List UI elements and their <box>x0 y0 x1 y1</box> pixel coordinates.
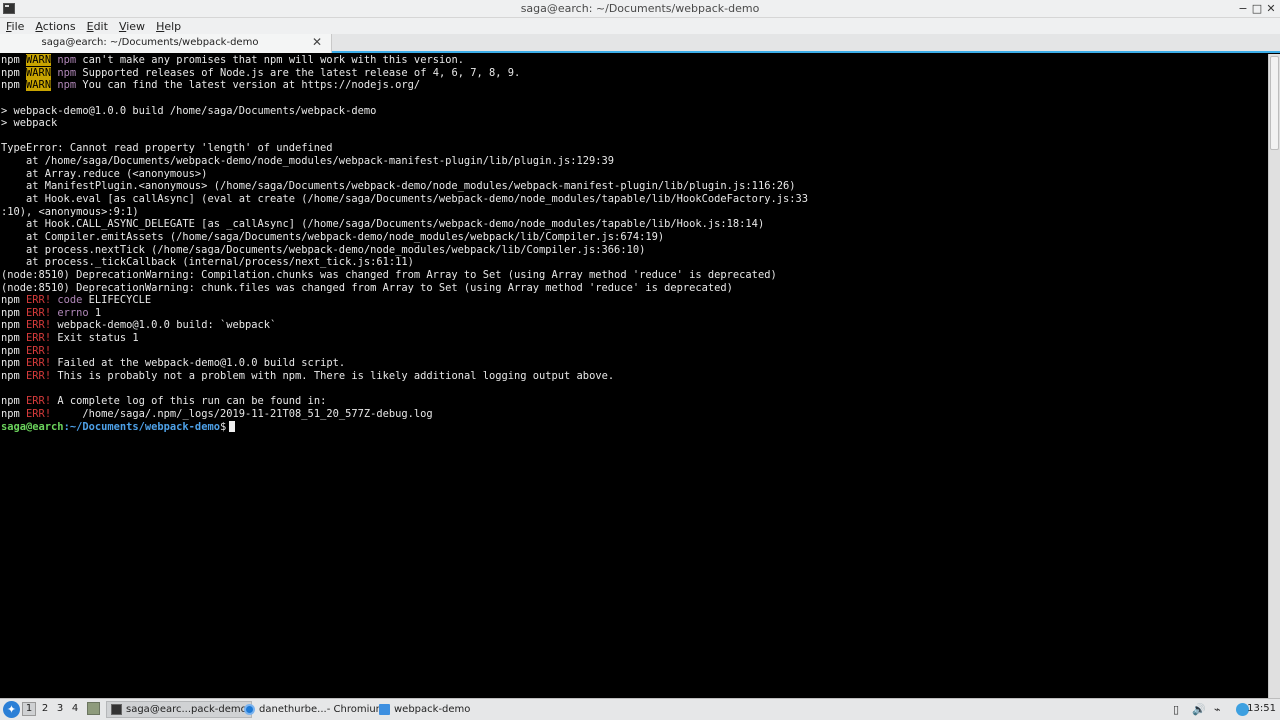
terminal-line: npm ERR! errno 1 <box>1 306 102 319</box>
terminal-line: at Compiler.emitAssets (/home/saga/Docum… <box>1 230 665 243</box>
prompt-path: :~/Documents/webpack-demo <box>63 420 220 433</box>
taskbar-item-label: saga@earc...pack-demo <box>126 704 247 715</box>
tab-terminal[interactable]: saga@earch: ~/Documents/webpack-demo ✕ <box>0 34 332 53</box>
prompt-symbol: $ <box>219 420 227 433</box>
menu-file[interactable]: File <box>6 20 24 33</box>
volume-icon[interactable]: 🔊 <box>1192 703 1206 716</box>
taskbar: ✦ 1 2 3 4 saga@earc...pack-demo danethur… <box>0 698 1280 720</box>
close-icon[interactable]: ✕ <box>1264 1 1278 16</box>
terminal-line: at ManifestPlugin.<anonymous> (/home/sag… <box>1 180 796 193</box>
maximize-icon[interactable]: □ <box>1250 1 1264 16</box>
taskbar-item-label: danethurbe...- Chromium <box>259 704 386 715</box>
desktop-4-button[interactable]: 4 <box>68 703 82 714</box>
terminal-line: (node:8510) DeprecationWarning: Compilat… <box>1 268 777 281</box>
terminal-scrollbar[interactable] <box>1268 54 1280 698</box>
terminal-line: at Hook.eval [as callAsync] (eval at cre… <box>1 193 808 206</box>
terminal-line: npm ERR! A complete log of this run can … <box>1 395 327 408</box>
desktop-1-button[interactable]: 1 <box>22 702 36 716</box>
window-titlebar[interactable]: saga@earch: ~/Documents/webpack-demo − □… <box>0 0 1280 18</box>
text-cursor <box>229 421 236 433</box>
menubar: File Actions Edit View Help <box>0 18 1280 34</box>
terminal-line: at /home/saga/Documents/webpack-demo/nod… <box>1 155 615 168</box>
tab-label: saga@earch: ~/Documents/webpack-demo <box>41 37 259 48</box>
tab-close-icon[interactable]: ✕ <box>312 35 322 49</box>
scrollbar-thumb[interactable] <box>1270 56 1279 150</box>
menu-help[interactable]: Help <box>156 20 181 33</box>
terminal-line: npm WARN npm You can find the latest ver… <box>1 79 421 92</box>
menu-actions[interactable]: Actions <box>35 20 75 33</box>
menu-view[interactable]: View <box>119 20 145 33</box>
terminal-line: npm ERR! code ELIFECYCLE <box>1 294 152 307</box>
tab-bar: saga@earch: ~/Documents/webpack-demo ✕ <box>0 34 1280 53</box>
terminal-prompt[interactable]: saga@earch:~/Documents/webpack-demo$ <box>0 421 1268 434</box>
terminal-line: npm WARN npm can't make any promises tha… <box>1 54 464 66</box>
taskbar-item-label: webpack-demo <box>394 704 471 715</box>
terminal-line: > webpack-demo@1.0.0 build /home/saga/Do… <box>1 104 377 117</box>
battery-icon[interactable]: ▯ <box>1173 703 1179 716</box>
terminal-line: npm ERR! <box>1 344 52 357</box>
clock[interactable]: 13:51 <box>1247 703 1276 714</box>
folder-icon <box>379 704 390 715</box>
prompt-user: saga@earch <box>1 420 64 433</box>
chromium-icon <box>244 704 255 715</box>
terminal-line: at process.nextTick (/home/saga/Document… <box>1 243 646 256</box>
start-menu-icon[interactable]: ✦ <box>3 701 20 718</box>
terminal-icon <box>111 704 122 715</box>
terminal-line: npm WARN npm Supported releases of Node.… <box>1 66 521 79</box>
taskbar-item-terminal[interactable]: saga@earc...pack-demo <box>106 701 252 718</box>
window-title: saga@earch: ~/Documents/webpack-demo <box>520 2 760 15</box>
terminal-line: npm ERR! webpack-demo@1.0.0 build: `webp… <box>1 319 277 332</box>
terminal-output[interactable]: npm WARN npm can't make any promises tha… <box>0 54 1268 698</box>
network-icon[interactable]: ⌁ <box>1214 703 1221 716</box>
terminal-line: (node:8510) DeprecationWarning: chunk.fi… <box>1 281 733 294</box>
menu-edit[interactable]: Edit <box>87 20 108 33</box>
desktop-3-button[interactable]: 3 <box>53 703 67 714</box>
terminal-line: npm ERR! Failed at the webpack-demo@1.0.… <box>1 357 346 370</box>
minimize-icon[interactable]: − <box>1236 1 1250 16</box>
terminal-line: npm ERR! This is probably not a problem … <box>1 370 615 383</box>
terminal-line: at Array.reduce (<anonymous>) <box>1 167 208 180</box>
terminal-line: > webpack <box>1 117 58 130</box>
file-manager-launcher-icon[interactable] <box>87 702 100 715</box>
terminal-line: TypeError: Cannot read property 'length'… <box>1 142 333 155</box>
taskbar-item-chromium[interactable]: danethurbe...- Chromium <box>240 701 389 718</box>
terminal-line: :10), <anonymous>:9:1) <box>1 205 139 218</box>
terminal-line: npm ERR! Exit status 1 <box>1 332 139 345</box>
taskbar-item-folder[interactable]: webpack-demo <box>375 701 474 718</box>
terminal-line: at process._tickCallback (internal/proce… <box>1 256 414 269</box>
terminal-line: at Hook.CALL_ASYNC_DELEGATE [as _callAsy… <box>1 218 765 231</box>
terminal-line: npm ERR! /home/saga/.npm/_logs/2019-11-2… <box>1 407 433 420</box>
desktop-2-button[interactable]: 2 <box>38 703 52 714</box>
